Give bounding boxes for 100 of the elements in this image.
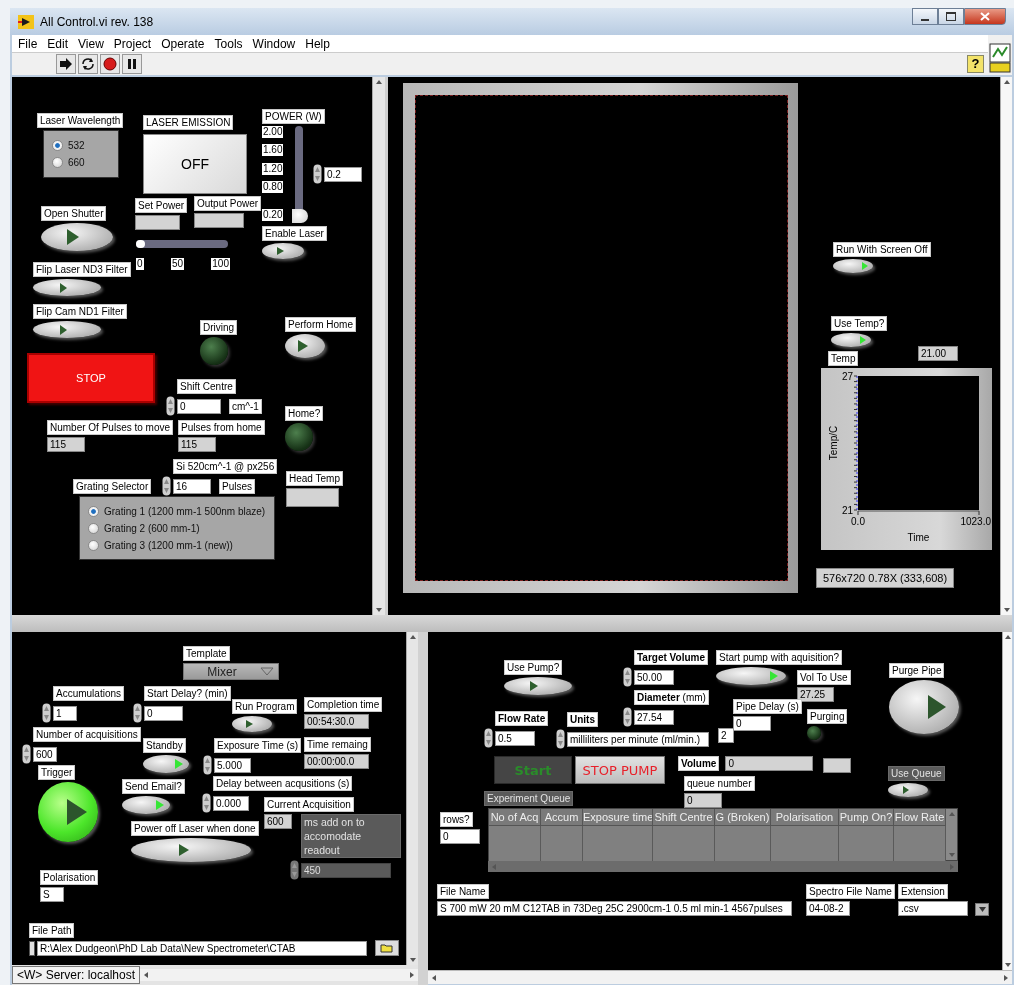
vertical-scrollbar[interactable]	[406, 632, 418, 965]
control-label: Output Power	[194, 196, 262, 211]
spinner-arrows[interactable]	[556, 729, 565, 749]
toggle-switch[interactable]	[41, 223, 113, 251]
numeric-field[interactable]: 50.00	[634, 669, 674, 685]
vertical-scrollbar[interactable]	[1002, 632, 1012, 970]
toggle-switch[interactable]	[504, 677, 572, 695]
vertical-scrollbar[interactable]	[372, 77, 385, 615]
minimize-button[interactable]	[912, 8, 938, 25]
menu-item[interactable]: Window	[252, 36, 296, 51]
column-header: Shift Centre	[653, 809, 715, 826]
tick-label: 0	[136, 258, 144, 270]
column-header: Flow Rate	[894, 809, 946, 826]
help-button[interactable]: ?	[967, 55, 984, 73]
vertical-slider[interactable]	[292, 126, 308, 223]
radio-button[interactable]	[52, 157, 63, 168]
dropdown-button[interactable]	[975, 903, 989, 916]
caret-icon	[260, 667, 274, 676]
menu-item[interactable]: Edit	[47, 36, 69, 51]
tick-label: 2.00	[262, 126, 284, 138]
slider-track[interactable]	[136, 240, 228, 248]
toggle-switch[interactable]	[285, 334, 325, 358]
text-field[interactable]: 04-08-2	[806, 901, 850, 916]
unit-label: Pulses	[219, 478, 255, 494]
spinner-arrows[interactable]	[623, 667, 632, 687]
spinner-arrows[interactable]	[484, 728, 493, 748]
toggle-switch[interactable]	[831, 333, 871, 347]
close-icon[interactable]	[980, 12, 990, 21]
numeric-field[interactable]: 0.5	[495, 730, 535, 746]
toggle-switch[interactable]	[131, 838, 251, 862]
path-field[interactable]: R:\Alex Dudgeon\PhD Lab Data\New Spectrometer\CTAB	[37, 940, 367, 956]
spinner-arrows[interactable]	[166, 396, 175, 416]
numeric-field[interactable]: 27.54	[634, 709, 674, 725]
spinner-arrows[interactable]	[202, 793, 211, 813]
spinner-arrows[interactable]	[313, 164, 322, 184]
text-field[interactable]: .csv	[898, 901, 968, 916]
numeric-field[interactable]: 2	[718, 728, 734, 743]
numeric-field[interactable]: 0.2	[324, 166, 362, 182]
toggle-switch[interactable]	[122, 796, 170, 814]
toggle-switch[interactable]	[232, 716, 272, 732]
text-field[interactable]: S 700 mW 20 mM C12TAB in 73Deg 25C 2900cm-1 0.5 ml min-1 4567pulses	[437, 901, 792, 916]
stop-button[interactable]: STOP	[27, 353, 155, 403]
spinner-arrows[interactable]	[623, 707, 632, 727]
toggle-switch[interactable]	[143, 755, 189, 773]
slider-thumb[interactable]	[292, 209, 308, 223]
ring-field[interactable]: milliliters per minute (ml/min.)	[567, 731, 709, 747]
numeric-field[interactable]: 0	[177, 398, 221, 414]
numeric-field[interactable]: 600	[33, 746, 57, 762]
pause-icon[interactable]	[122, 54, 142, 74]
browse-button[interactable]	[375, 940, 399, 956]
round-button[interactable]	[889, 680, 959, 734]
radio-button[interactable]	[52, 140, 63, 151]
menu-item[interactable]: Project	[113, 36, 152, 51]
spinner-arrows[interactable]	[133, 703, 142, 723]
numeric-field[interactable]: 1	[53, 705, 77, 721]
numeric-field[interactable]: 0	[144, 705, 183, 721]
scroll-arrow-icon[interactable]	[1004, 635, 1011, 639]
toggle-switch[interactable]	[33, 321, 101, 338]
control-label: Number Of Pulses to move	[47, 420, 174, 435]
emission-button[interactable]: OFF	[143, 134, 247, 194]
toggle-switch[interactable]	[716, 667, 786, 685]
menu-item[interactable]: Operate	[161, 36, 205, 51]
numeric-field[interactable]: 5.000	[214, 757, 251, 773]
text-field[interactable]: S	[40, 887, 64, 902]
round-button[interactable]	[38, 782, 98, 842]
abort-icon[interactable]	[100, 54, 120, 74]
numeric-field[interactable]: 16	[173, 478, 211, 494]
numeric-indicator: 21.00	[918, 346, 958, 361]
slider-thumb[interactable]	[136, 240, 145, 248]
toggle-switch[interactable]	[33, 279, 101, 296]
readout-text: 576x720 0.78X (333,608)	[816, 568, 955, 588]
horizontal-scrollbar[interactable]	[140, 969, 418, 981]
menu-item[interactable]: Tools	[214, 36, 243, 51]
spinner-arrows[interactable]	[22, 744, 31, 764]
scroll-arrow-icon[interactable]	[144, 972, 149, 978]
column-header: Exposure time	[583, 809, 653, 826]
radio-button[interactable]	[88, 505, 99, 517]
scroll-arrow-icon[interactable]	[432, 974, 436, 981]
spinner-arrows[interactable]	[42, 703, 51, 723]
numeric-field[interactable]: 0	[733, 716, 771, 731]
menu-item[interactable]: Help	[305, 36, 330, 51]
toggle-switch[interactable]	[262, 243, 304, 259]
scroll-arrow-icon[interactable]	[410, 972, 414, 978]
close-button[interactable]	[964, 8, 1006, 25]
toggle-switch[interactable]	[833, 259, 873, 273]
numeric-field[interactable]: 0	[440, 829, 480, 844]
numeric-field[interactable]: 0.000	[213, 795, 249, 811]
vertical-scrollbar[interactable]	[1000, 77, 1012, 615]
scroll-arrow-icon[interactable]	[1003, 80, 1010, 84]
maximize-button[interactable]	[938, 8, 964, 25]
spinner-arrows[interactable]	[203, 755, 212, 775]
menu-item[interactable]: View	[78, 36, 104, 51]
run-continuously-icon[interactable]	[78, 54, 98, 74]
spinner-arrows[interactable]	[162, 476, 171, 496]
menu-item[interactable]: File	[18, 36, 38, 51]
dropdown-field[interactable]: Mixer	[183, 663, 279, 680]
horizontal-scrollbar[interactable]	[428, 970, 1012, 984]
radio-button[interactable]	[88, 539, 99, 551]
radio-button[interactable]	[88, 522, 99, 534]
numeric-indicator: 00:00:00.0	[304, 754, 369, 769]
